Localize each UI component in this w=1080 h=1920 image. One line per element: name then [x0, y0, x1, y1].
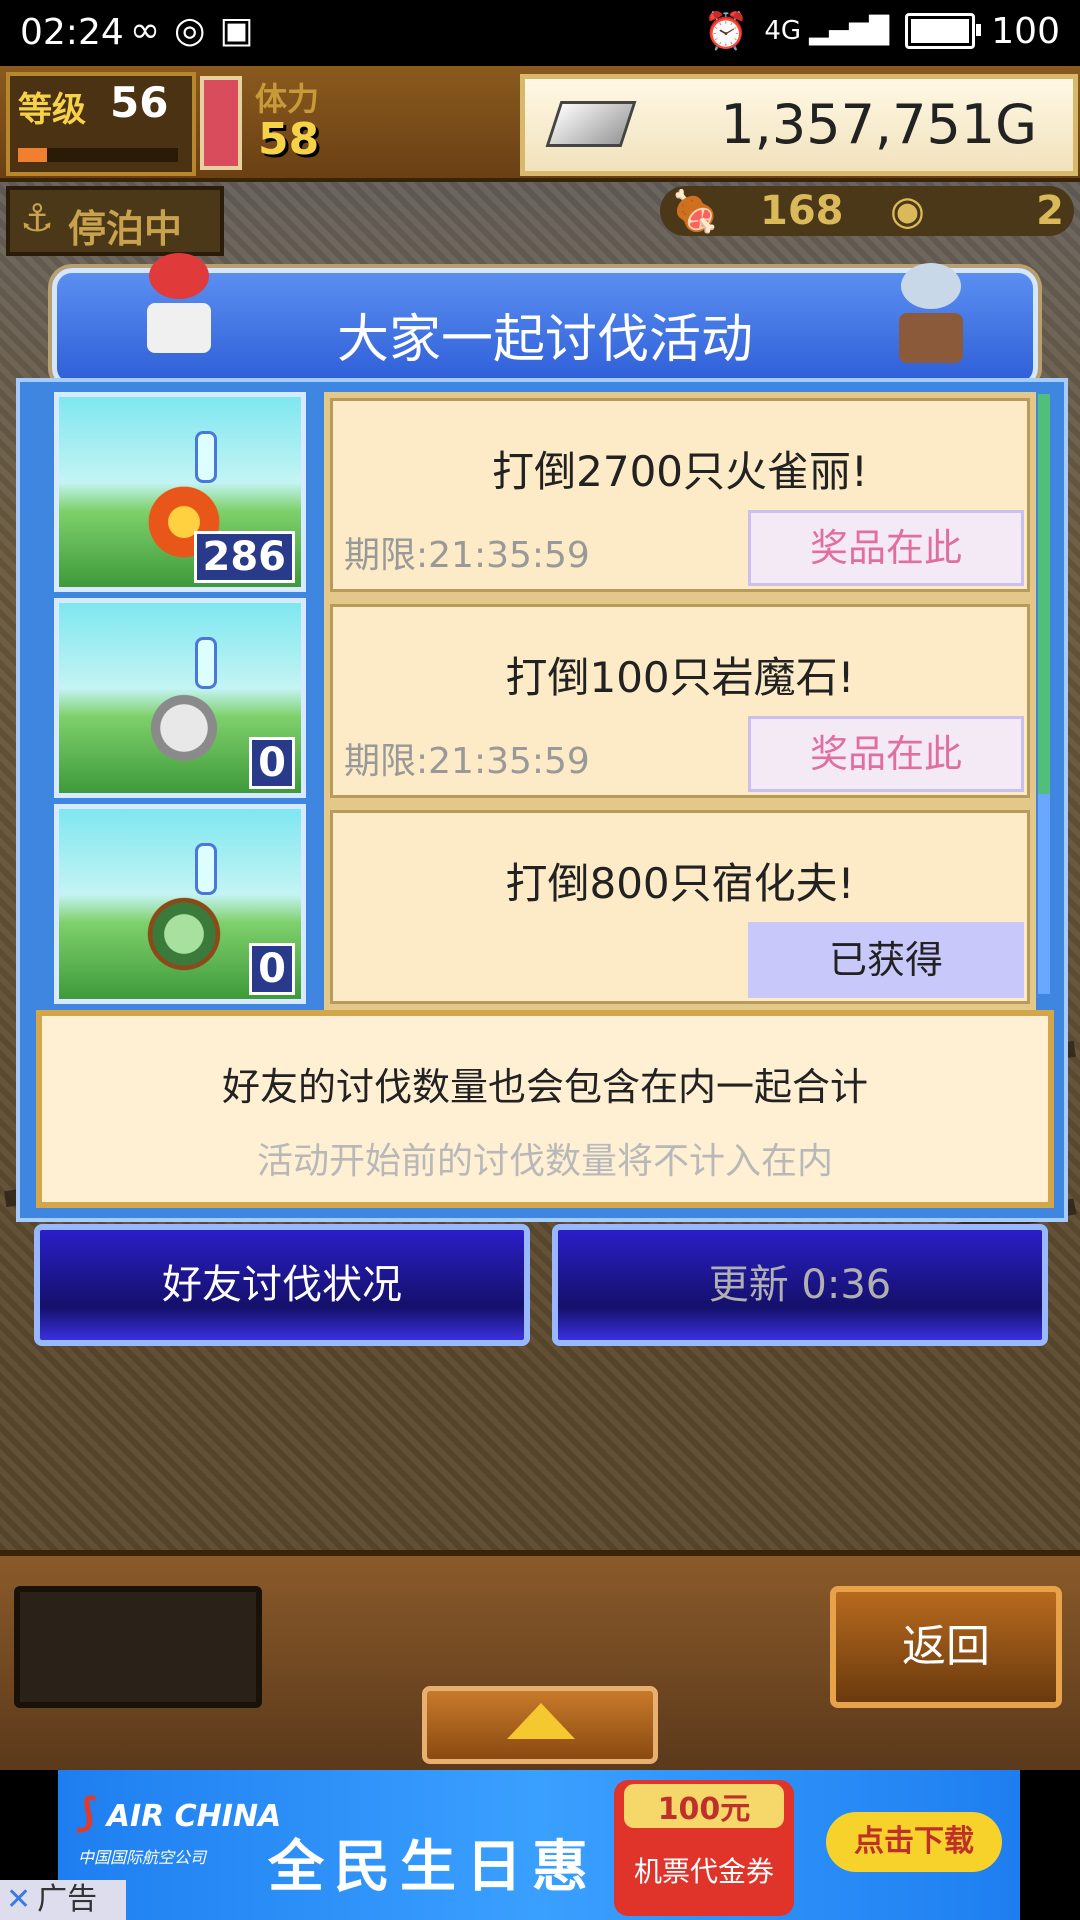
level-value: 56: [110, 78, 169, 127]
note-line-2: 活动开始前的讨伐数量将不计入在内: [256, 1141, 833, 1182]
empty-slot: [14, 1586, 262, 1708]
info-note: 好友的讨伐数量也会包含在内一起合计 活动开始前的讨伐数量将不计入在内: [36, 1010, 1054, 1208]
dock-status: ⚓ 停泊中: [6, 186, 224, 256]
monster-thumbnail: 0: [54, 804, 306, 1004]
status-bar: 02:24 ∞ ◎ ▣ ⏰ 4G ▂▄▆█ 100: [0, 0, 1080, 66]
stamina-bar: [200, 76, 242, 170]
arrow-up-icon: [507, 1703, 575, 1739]
level-box: 等级 56: [6, 72, 196, 176]
clock: 02:24: [20, 12, 124, 53]
anchor-icon: ⚓: [20, 196, 55, 240]
monster-thumbnail: 286: [54, 392, 306, 592]
monster-thumbnail: 0: [54, 598, 306, 798]
knight-character-icon: [889, 263, 973, 373]
airline-logo-icon: ⟆: [78, 1790, 97, 1836]
silver-ingot-icon: [545, 101, 637, 147]
exp-bar: [18, 148, 178, 162]
quest-card: 打倒100只岩魔石! 期限:21:35:59 奖品在此: [324, 598, 1036, 804]
scrollbar[interactable]: [1038, 394, 1050, 994]
back-button[interactable]: 返回: [830, 1586, 1062, 1708]
plant-creature-icon: [129, 879, 239, 979]
ad-tag[interactable]: ✕ 广告: [0, 1880, 126, 1920]
deadline: 期限:21:35:59: [344, 535, 590, 576]
ad-brand: ⟆ AIR CHINA 中国国际航空公司: [78, 1790, 282, 1867]
alarm-icon: ⏰: [703, 11, 749, 52]
friend-status-button[interactable]: 好友讨伐状况: [34, 1224, 530, 1346]
ad-download-button[interactable]: 点击下载: [826, 1812, 1002, 1872]
refresh-button[interactable]: 更新 0:36: [552, 1224, 1048, 1346]
kill-count: 286: [193, 531, 295, 583]
top-hud: 等级 56 体力 58 1,357,751G: [0, 66, 1080, 182]
event-row: 286 打倒2700只火雀丽! 期限:21:35:59 奖品在此: [34, 392, 1044, 598]
signal-icon: 4G ▂▄▆█: [764, 16, 890, 46]
prize-button[interactable]: 奖品在此: [748, 716, 1024, 792]
gold-box: 1,357,751G: [520, 74, 1078, 176]
kill-count: 0: [249, 737, 295, 789]
quest-text: 打倒100只岩魔石!: [505, 653, 855, 702]
meat-icon: 🍖: [670, 189, 720, 235]
deadline: 期限:21:35:59: [344, 741, 590, 782]
close-icon[interactable]: ✕: [0, 1882, 37, 1917]
event-row: 0 打倒100只岩魔石! 期限:21:35:59 奖品在此: [34, 598, 1044, 804]
event-title: 大家一起讨伐活动: [336, 310, 753, 370]
obtained-button[interactable]: 已获得: [748, 922, 1024, 998]
kill-count: 0: [249, 943, 295, 995]
note-line-1: 好友的讨伐数量也会包含在内一起合计: [221, 1065, 868, 1109]
quest-text: 打倒800只宿化夫!: [505, 859, 855, 908]
battery-icon: [905, 13, 982, 49]
quest-card: 打倒800只宿化夫! 已获得: [324, 804, 1036, 1010]
ad-coupon: 100元 机票代金券: [614, 1780, 794, 1916]
gold-value: 1,357,751G: [720, 93, 1037, 156]
bag-icon: ▣: [219, 10, 254, 51]
prize-button[interactable]: 奖品在此: [748, 510, 1024, 586]
bottom-bar: 返回: [0, 1550, 1080, 1776]
ad-banner[interactable]: ⟆ AIR CHINA 中国国际航空公司 全民生日惠 100元 机票代金券 点击…: [0, 1770, 1080, 1920]
expand-menu-button[interactable]: [422, 1686, 658, 1764]
quest-text: 打倒2700只火雀丽!: [492, 447, 868, 496]
sync-icon: ◎: [174, 10, 206, 51]
resource-bar: 🍖 168 ◉ 2: [660, 186, 1074, 236]
event-panel: 286 打倒2700只火雀丽! 期限:21:35:59 奖品在此 0 打倒100…: [16, 378, 1068, 1222]
ad-slogan: 全民生日惠: [268, 1835, 598, 1900]
stamina-value: 58: [258, 114, 320, 165]
event-row: 0 打倒800只宿化夫! 已获得: [34, 804, 1044, 1010]
rock-golem-icon: [129, 673, 239, 773]
infinity-icon: ∞: [130, 10, 160, 51]
battery-level: 100: [991, 10, 1060, 52]
medal-icon: ◉: [890, 188, 925, 234]
quest-card: 打倒2700只火雀丽! 期限:21:35:59 奖品在此: [324, 392, 1036, 598]
event-title-banner: 大家一起讨伐活动: [52, 253, 1038, 388]
